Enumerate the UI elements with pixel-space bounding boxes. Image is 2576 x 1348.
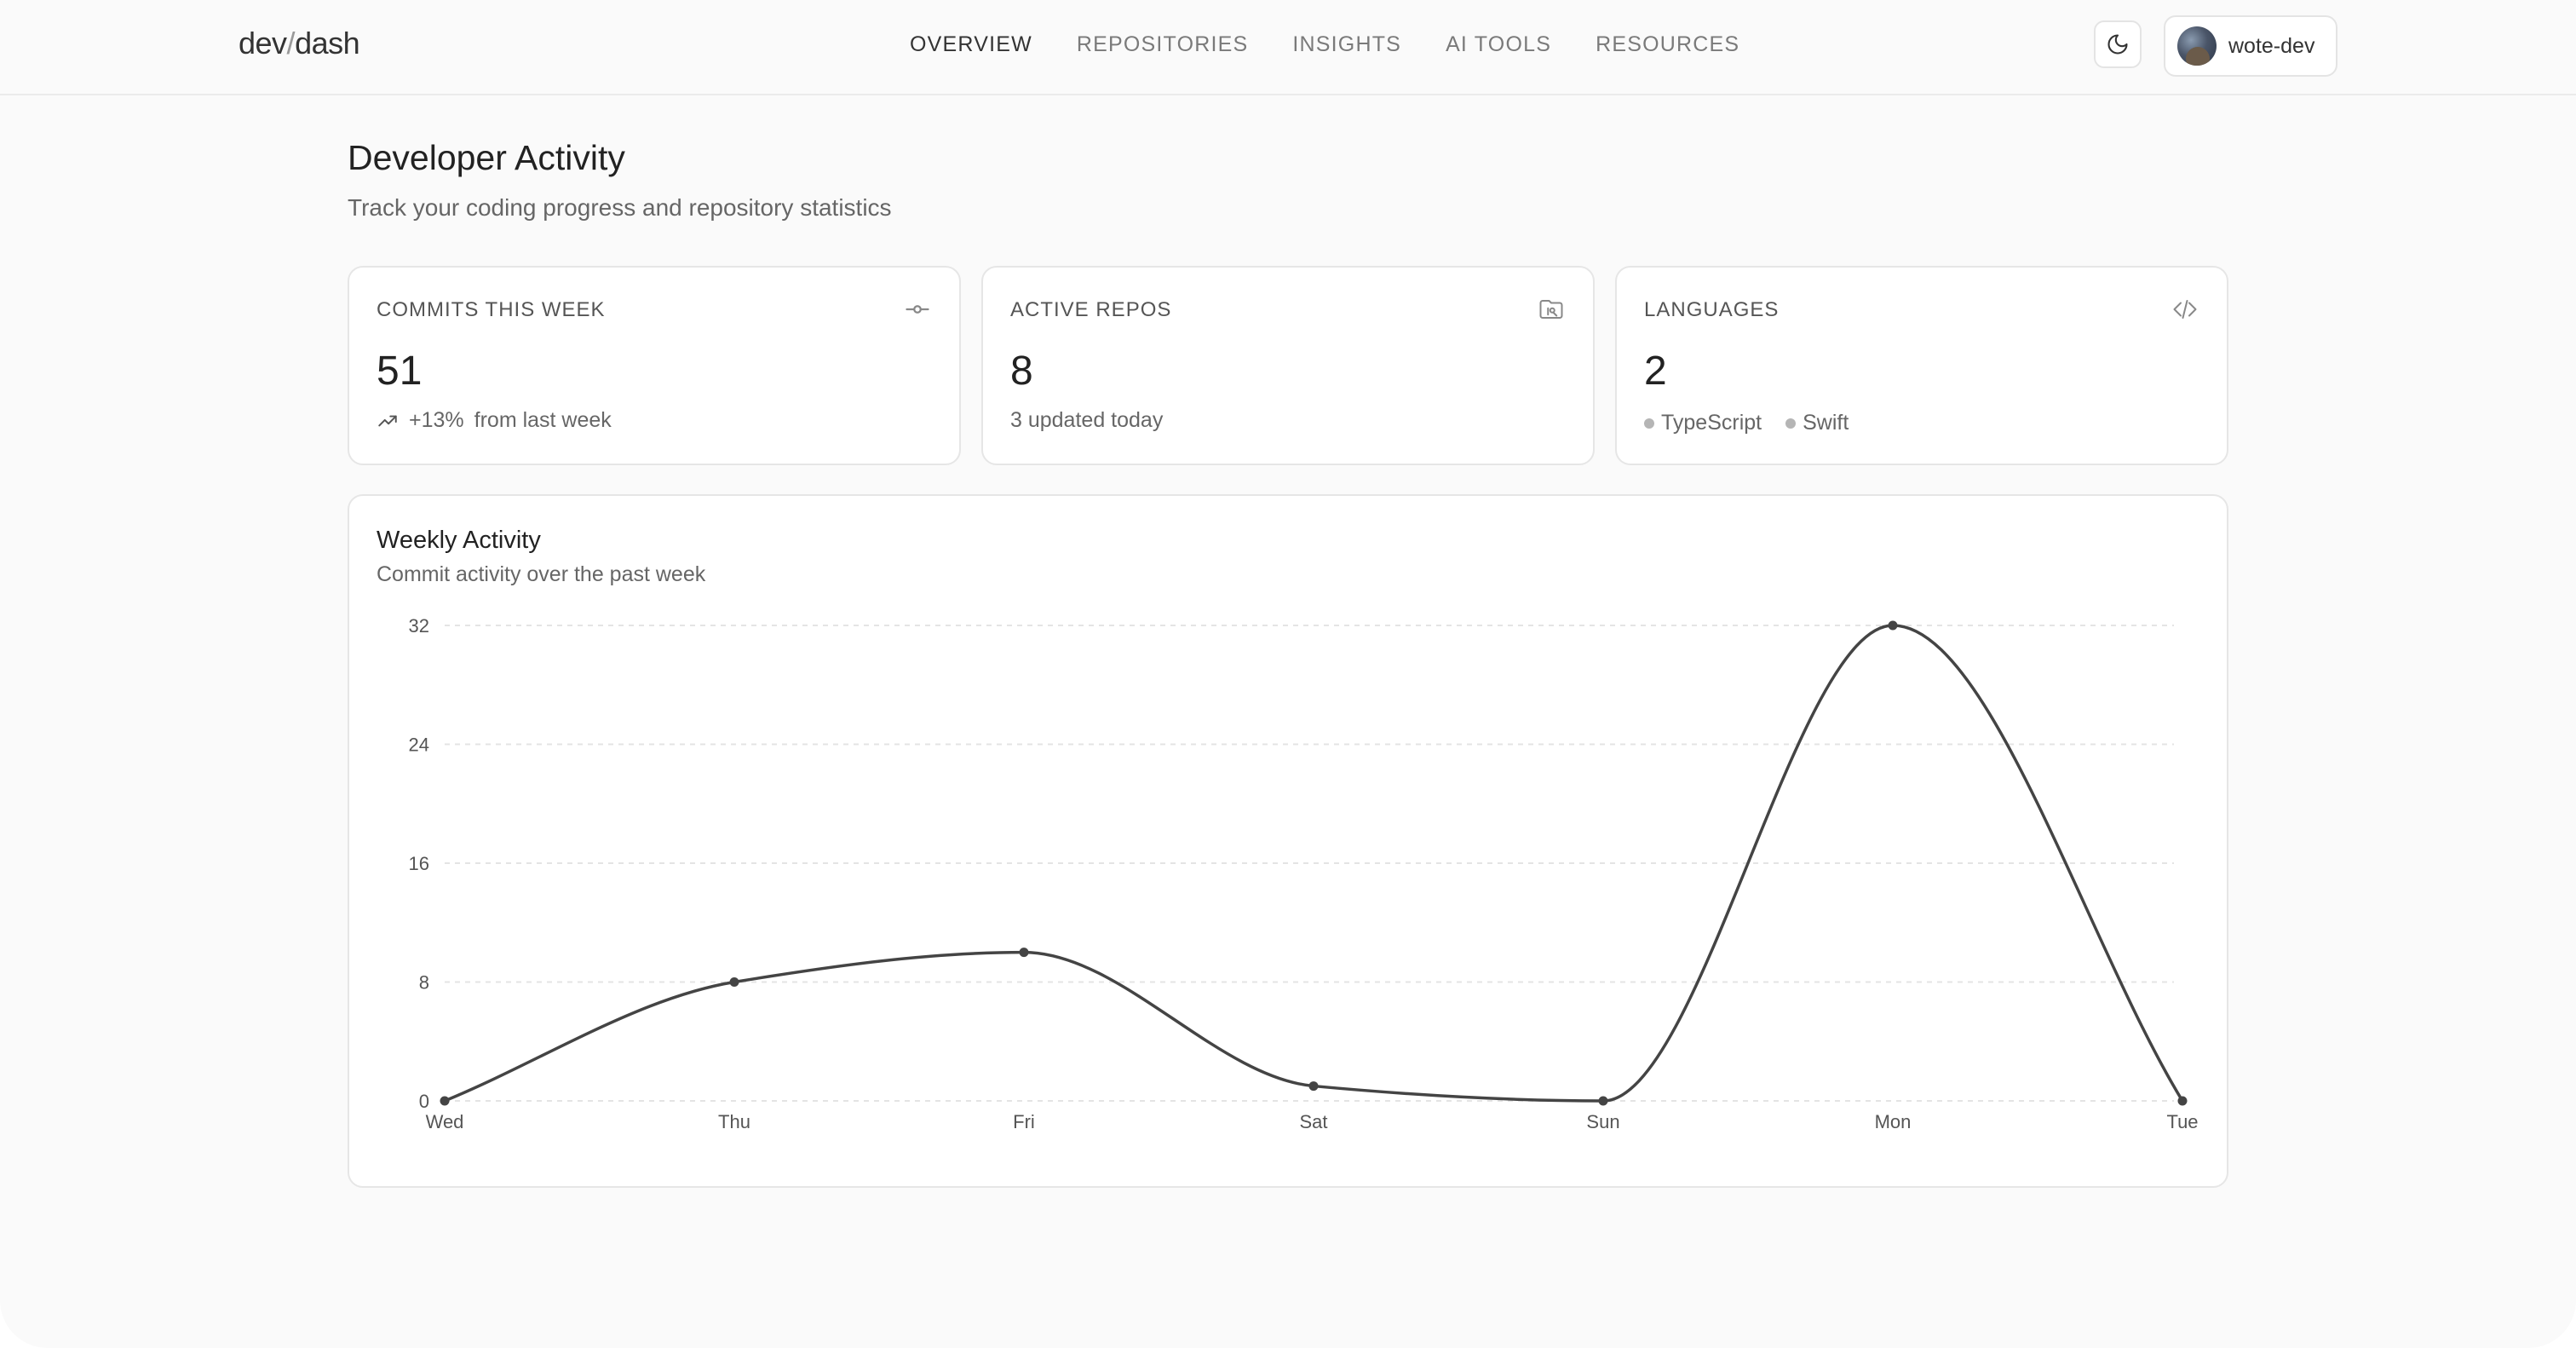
x-tick-label: Fri: [1013, 1111, 1035, 1132]
y-tick-label: 0: [419, 1091, 429, 1112]
languages-label: LANGUAGES: [1644, 298, 1780, 321]
chart-y-axis: 0 8 16 24 32: [409, 615, 429, 1112]
languages-list: TypeScript Swift: [1644, 411, 1862, 435]
data-point[interactable]: [1888, 620, 1898, 631]
language-item: TypeScript: [1644, 411, 1762, 435]
nav-insights[interactable]: INSIGHTS: [1292, 32, 1401, 57]
logo-slash: /: [286, 26, 296, 60]
chart-grid: [445, 625, 2174, 1102]
app-logo[interactable]: dev/dash: [239, 26, 360, 61]
data-point[interactable]: [1308, 1081, 1319, 1092]
commit-icon: [906, 305, 929, 314]
data-point[interactable]: [1019, 948, 1029, 958]
x-tick-label: Wed: [426, 1111, 464, 1132]
x-tick-label: Mon: [1875, 1111, 1912, 1132]
data-point[interactable]: [440, 1096, 450, 1106]
theme-toggle-button[interactable]: [2094, 20, 2142, 68]
weekly-activity-card: Weekly Activity Commit activity over the…: [348, 494, 2228, 1188]
chart-x-axis: Wed Thu Fri Sat Sun Mon Tue: [426, 1111, 2199, 1132]
folder-git-icon: [1539, 300, 1563, 319]
y-tick-label: 16: [409, 853, 429, 874]
x-tick-label: Tue: [2166, 1111, 2198, 1132]
x-tick-label: Sun: [1586, 1111, 1619, 1132]
language-dot: [1785, 418, 1797, 429]
code-icon: [2173, 300, 2197, 319]
username: wote-dev: [2228, 33, 2315, 58]
main-nav: OVERVIEW REPOSITORIES INSIGHTS AI TOOLS …: [910, 32, 1739, 57]
language-name: TypeScript: [1661, 411, 1762, 435]
commits-card: COMMITS THIS WEEK 51 +13% from last week: [348, 266, 961, 465]
top-navbar: dev/dash OVERVIEW REPOSITORIES INSIGHTS …: [0, 0, 2576, 95]
x-tick-label: Thu: [718, 1111, 750, 1132]
page-subtitle: Track your coding progress and repositor…: [348, 194, 892, 221]
activity-line-chart: 0 8 16 24 32 Wed Thu Fri Sat Sun Mon Tue: [409, 615, 2199, 1132]
nav-overview[interactable]: OVERVIEW: [910, 32, 1032, 57]
avatar: [2177, 26, 2217, 66]
data-point[interactable]: [1598, 1096, 1608, 1106]
active-repos-card: ACTIVE REPOS 8 3 updated today: [981, 266, 1595, 465]
commits-change: +13%: [409, 408, 464, 432]
data-point[interactable]: [2177, 1096, 2188, 1106]
x-tick-label: Sat: [1299, 1111, 1327, 1132]
nav-ai-tools[interactable]: AI TOOLS: [1446, 32, 1551, 57]
moon-icon: [2107, 34, 2128, 55]
nav-resources[interactable]: RESOURCES: [1596, 32, 1739, 57]
commits-trend: +13% from last week: [377, 408, 612, 433]
data-point[interactable]: [729, 977, 739, 987]
languages-value: 2: [1644, 349, 1667, 394]
logo-dev: dev: [239, 26, 287, 60]
repos-sub: 3 updated today: [1010, 408, 1164, 432]
page-title: Developer Activity: [348, 138, 625, 177]
y-tick-label: 32: [409, 615, 429, 637]
language-item: Swift: [1785, 411, 1849, 435]
language-dot: [1644, 418, 1654, 429]
languages-card: LANGUAGES 2 TypeScript Swift: [1615, 266, 2228, 465]
repos-value: 8: [1010, 349, 1033, 394]
commits-label: COMMITS THIS WEEK: [377, 298, 606, 321]
user-menu-button[interactable]: wote-dev: [2164, 15, 2337, 77]
logo-dash: dash: [295, 26, 360, 60]
y-tick-label: 24: [409, 734, 429, 756]
nav-repositories[interactable]: REPOSITORIES: [1077, 32, 1249, 57]
repos-label: ACTIVE REPOS: [1010, 298, 1172, 321]
language-name: Swift: [1803, 411, 1849, 435]
trending-up-icon: [378, 415, 397, 426]
commits-change-text: from last week: [474, 408, 612, 432]
y-tick-label: 8: [419, 972, 429, 994]
app-window: dev/dash OVERVIEW REPOSITORIES INSIGHTS …: [0, 0, 2576, 1348]
commits-value: 51: [377, 349, 423, 394]
